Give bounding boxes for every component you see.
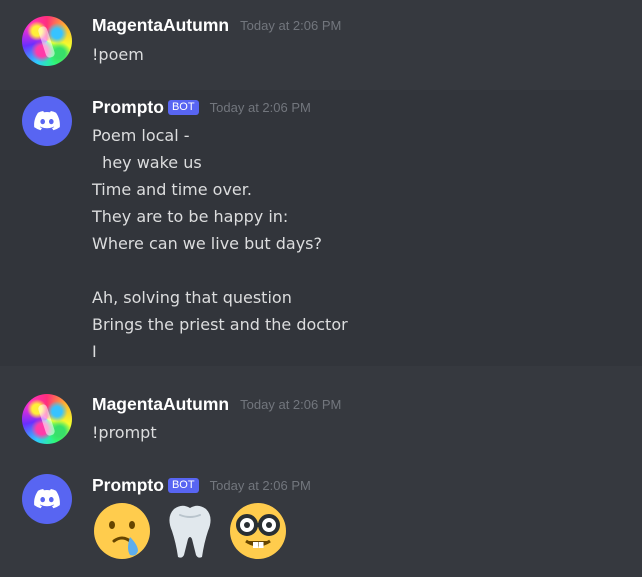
user-avatar[interactable]	[22, 16, 72, 66]
crying-face-emoji[interactable]	[92, 501, 152, 561]
poem-line: Poem local -	[92, 126, 190, 145]
username[interactable]: Prompto	[92, 475, 164, 495]
poem-line: hey wake us	[92, 153, 202, 172]
poem-line: Brings the priest and the doctor	[92, 315, 348, 334]
username[interactable]: Prompto	[92, 97, 164, 117]
discord-logo-icon	[34, 489, 60, 509]
bot-tag: BOT	[167, 100, 199, 115]
message-bot-emoji: Prompto BOT Today at 2:06 PM	[0, 460, 642, 577]
message-header: Prompto BOT Today at 2:06 PM	[92, 475, 311, 496]
discord-logo-icon	[34, 111, 60, 131]
emoji-row	[92, 501, 288, 561]
username[interactable]: MagentaAutumn	[92, 15, 229, 35]
message-header: MagentaAutumn Today at 2:06 PM	[92, 15, 341, 36]
message-header: Prompto BOT Today at 2:06 PM	[92, 97, 311, 118]
timestamp[interactable]: Today at 2:06 PM	[240, 397, 341, 412]
user-avatar[interactable]	[22, 394, 72, 444]
poem-text: Poem local - hey wake us Time and time ov…	[92, 122, 348, 365]
poem-line: Time and time over.	[92, 180, 252, 199]
timestamp[interactable]: Today at 2:06 PM	[210, 478, 311, 493]
poem-line: They are to be happy in:	[92, 207, 289, 226]
timestamp[interactable]: Today at 2:06 PM	[240, 18, 341, 33]
poem-line: Where can we live but days?	[92, 234, 323, 253]
message-bot-poem: Prompto BOT Today at 2:06 PM Poem local -…	[0, 90, 642, 366]
tooth-emoji[interactable]	[160, 501, 220, 561]
message-header: MagentaAutumn Today at 2:06 PM	[92, 394, 341, 415]
nerd-face-emoji[interactable]	[228, 501, 288, 561]
poem-line: Ah, solving that question	[92, 288, 292, 307]
message-user-poem-command: MagentaAutumn Today at 2:06 PM !poem	[0, 0, 642, 90]
bot-avatar[interactable]	[22, 96, 72, 146]
message-text: !poem	[92, 45, 144, 64]
username[interactable]: MagentaAutumn	[92, 394, 229, 414]
bot-avatar[interactable]	[22, 474, 72, 524]
message-user-prompt-command: MagentaAutumn Today at 2:06 PM !prompt	[0, 378, 642, 458]
timestamp[interactable]: Today at 2:06 PM	[210, 100, 311, 115]
message-text: !prompt	[92, 423, 157, 442]
poem-line: I	[92, 342, 97, 361]
bot-tag: BOT	[167, 478, 199, 493]
poem-line-blank: ​	[92, 257, 348, 284]
chat-messages: MagentaAutumn Today at 2:06 PM !poem Pro…	[0, 0, 642, 577]
